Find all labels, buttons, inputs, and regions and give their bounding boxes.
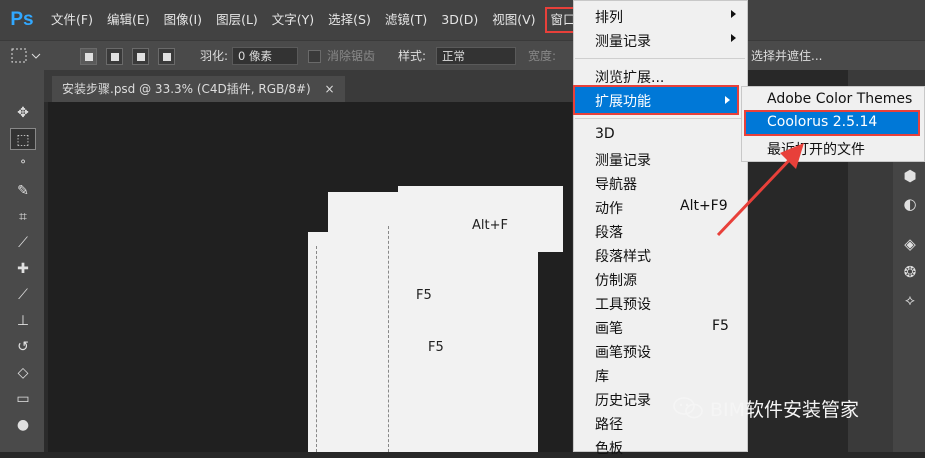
wechat-icon xyxy=(672,396,704,425)
layers-icon[interactable]: ◈ xyxy=(898,232,922,256)
menu-separator xyxy=(575,58,745,59)
doc-fragment: Alt+F xyxy=(472,218,508,233)
eraser-tool-icon[interactable]: ◇ xyxy=(10,362,36,384)
history-brush-tool-icon[interactable]: ↺ xyxy=(10,336,36,358)
menu-item-actions[interactable]: 动作 xyxy=(595,198,623,218)
style-select[interactable]: 正常 xyxy=(436,47,516,65)
dashed-guide xyxy=(316,246,317,452)
antialias-checkbox[interactable] xyxy=(308,50,321,63)
crop-tool-icon[interactable]: ⌗ xyxy=(10,206,36,228)
menu-separator xyxy=(575,118,745,119)
subtract-selection-icon[interactable] xyxy=(132,48,149,65)
menu-image[interactable]: 图像(I) xyxy=(157,0,209,40)
lasso-tool-icon[interactable]: ᐤ xyxy=(10,154,36,176)
watermark-text: BIM软件安装管家 xyxy=(710,399,860,421)
shortcut-brush: F5 xyxy=(712,318,729,334)
feather-input[interactable]: 0 像素 xyxy=(232,47,298,65)
doc-fragment: F5 xyxy=(428,340,444,355)
submenu-arrow-icon xyxy=(725,96,730,104)
document-tab[interactable]: 安装步骤.psd @ 33.3% (C4D插件, RGB/8#) × xyxy=(52,76,345,102)
annotation-arrow xyxy=(716,143,804,237)
brush-tool-icon[interactable]: ⟋ xyxy=(10,284,36,306)
channels-icon[interactable]: ❂ xyxy=(898,260,922,284)
feather-label: 羽化: xyxy=(200,49,229,63)
submenu-arrow-icon xyxy=(731,10,736,18)
menu-item-history[interactable]: 历史记录 xyxy=(595,390,651,410)
menu-item-clone-source[interactable]: 仿制源 xyxy=(595,270,637,290)
submenu-item-coolorus[interactable]: Coolorus 2.5.14 xyxy=(767,114,877,130)
menu-item-3d[interactable]: 3D xyxy=(595,126,615,142)
menu-type[interactable]: 文字(Y) xyxy=(265,0,321,40)
marquee-tool-icon[interactable]: ⬚ xyxy=(10,128,36,150)
menu-item-paragraph-styles[interactable]: 段落样式 xyxy=(595,246,651,266)
options-bar: 羽化: 0 像素 消除锯齿 样式: 正常 宽度: 选择并遮住... xyxy=(0,40,925,70)
style-label: 样式: xyxy=(398,49,427,63)
submenu-item-adobe-color-themes[interactable]: Adobe Color Themes xyxy=(767,91,912,107)
menu-filter[interactable]: 滤镜(T) xyxy=(378,0,434,40)
menu-item-swatches[interactable]: 色板 xyxy=(595,438,623,458)
add-selection-icon[interactable] xyxy=(106,48,123,65)
menu-item-extensions[interactable]: 扩展功能 xyxy=(595,91,651,111)
move-tool-icon[interactable]: ✥ xyxy=(10,102,36,124)
document-tab-title: 安装步骤.psd @ 33.3% (C4D插件, RGB/8#) xyxy=(62,82,311,96)
photoshop-logo[interactable]: Ps xyxy=(0,0,44,40)
menu-item-brush[interactable]: 画笔 xyxy=(595,318,623,338)
intersect-selection-icon[interactable] xyxy=(158,48,175,65)
menu-layer[interactable]: 图层(L) xyxy=(209,0,265,40)
submenu-arrow-icon xyxy=(731,34,736,42)
cube-icon[interactable]: ⬢ xyxy=(898,164,922,188)
menu-file[interactable]: 文件(F) xyxy=(44,0,100,40)
menu-edit[interactable]: 编辑(E) xyxy=(100,0,157,40)
menu-item-tool-presets[interactable]: 工具预设 xyxy=(595,294,651,314)
menu-bar: Ps 文件(F) 编辑(E) 图像(I) 图层(L) 文字(Y) 选择(S) 滤… xyxy=(0,0,925,40)
marquee-preset-icon[interactable] xyxy=(8,41,44,71)
canvas[interactable]: Alt+F F5 F5 xyxy=(48,102,572,452)
menu-item-paragraph[interactable]: 段落 xyxy=(595,222,623,242)
menu-item-libraries[interactable]: 库 xyxy=(595,366,609,386)
adjustments-icon[interactable]: ◐ xyxy=(898,192,922,216)
menu-item-measurement-log[interactable]: 测量记录 xyxy=(595,31,651,51)
width-label: 宽度: xyxy=(528,49,557,63)
menu-3d[interactable]: 3D(D) xyxy=(434,0,485,40)
menu-view[interactable]: 视图(V) xyxy=(485,0,542,40)
clone-stamp-tool-icon[interactable]: ⊥ xyxy=(10,310,36,332)
close-tab-icon[interactable]: × xyxy=(325,82,335,96)
paths-icon[interactable]: ⟡ xyxy=(898,288,922,312)
canvas-edge xyxy=(538,252,572,452)
quick-select-tool-icon[interactable]: ✎ xyxy=(10,180,36,202)
menu-item-browse-extensions[interactable]: 浏览扩展... xyxy=(595,67,664,87)
dashed-guide xyxy=(388,226,389,452)
menu-item-arrange[interactable]: 排列 xyxy=(595,7,623,27)
healing-brush-tool-icon[interactable]: ✚ xyxy=(10,258,36,280)
menu-item-paths[interactable]: 路径 xyxy=(595,414,623,434)
select-and-mask-button[interactable]: 选择并遮住... xyxy=(751,41,822,71)
doc-fragment: F5 xyxy=(416,288,432,303)
antialias-label: 消除锯齿 xyxy=(327,49,376,63)
menu-select[interactable]: 选择(S) xyxy=(321,0,378,40)
menu-item-measurement-log-panel[interactable]: 测量记录 xyxy=(595,150,651,170)
menu-item-navigator[interactable]: 导航器 xyxy=(595,174,637,194)
blur-tool-icon[interactable]: ● xyxy=(10,414,36,436)
gradient-tool-icon[interactable]: ▭ xyxy=(10,388,36,410)
canvas-gap xyxy=(308,192,328,232)
watermark: BIM软件安装管家 xyxy=(672,395,859,425)
eyedropper-tool-icon[interactable]: ⟋ xyxy=(10,232,36,254)
tools-panel: ✥ ⬚ ᐤ ✎ ⌗ ⟋ ✚ ⟋ ⊥ ↺ ◇ ▭ ● xyxy=(0,70,44,452)
new-selection-icon[interactable] xyxy=(80,48,97,65)
menu-item-brush-presets[interactable]: 画笔预设 xyxy=(595,342,651,362)
